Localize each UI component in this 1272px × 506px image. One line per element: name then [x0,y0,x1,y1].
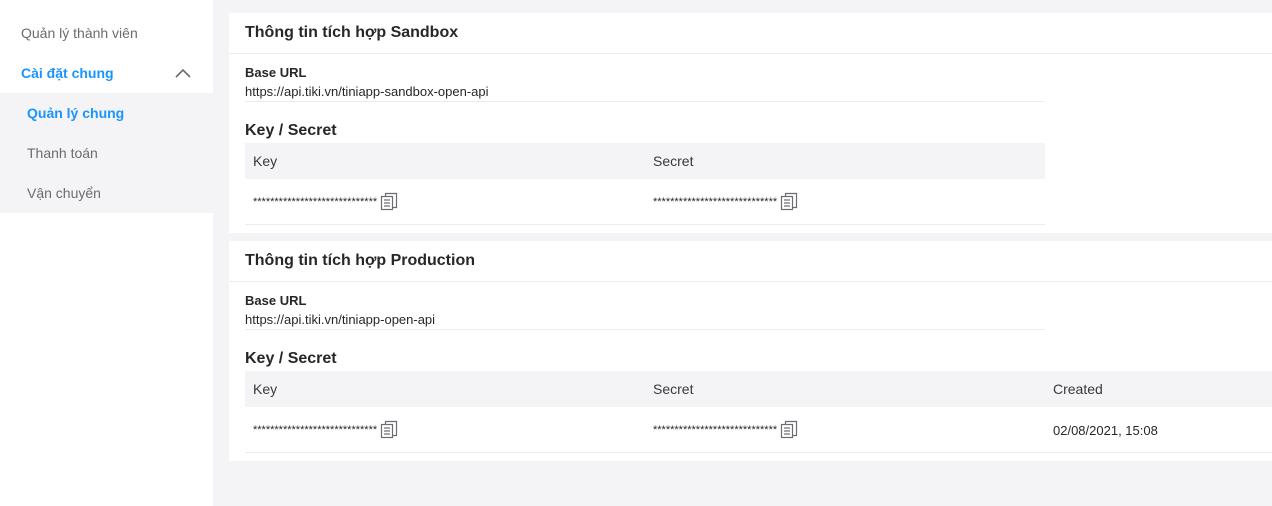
masked-secret: ***************************** [653,196,778,208]
sidebar-item-member-management[interactable]: Quản lý thành viên [21,13,213,53]
sidebar: Quản lý thành viên Cài đặt chung Quản lý… [0,0,213,506]
production-card-title: Thông tin tích hợp Production [229,241,1272,282]
base-url-value: https://api.tiki.vn/tiniapp-open-api [245,312,436,327]
masked-key: ***************************** [253,424,378,436]
column-header-secret: Secret [653,153,694,169]
sidebar-group-general-settings[interactable]: Cài đặt chung [21,53,213,93]
divider [245,101,1045,102]
secret-cell: ***************************** [653,407,799,453]
masked-key: ***************************** [253,196,378,208]
sandbox-card-title: Thông tin tích hợp Sandbox [229,13,1272,54]
sidebar-item-payment[interactable]: Thanh toán [27,133,213,173]
key-secret-title: Key / Secret [245,350,337,367]
table-row: ***************************** **********… [245,179,1045,225]
sidebar-item-shipping[interactable]: Vận chuyển [27,173,213,213]
production-card: Thông tin tích hợp Production Base URL h… [229,241,1272,461]
created-cell: 02/08/2021, 15:08 [1053,422,1158,438]
copy-icon[interactable] [779,192,799,212]
column-header-secret: Secret [653,381,694,397]
sidebar-group-label: Cài đặt chung [21,65,114,81]
divider [245,329,1045,330]
masked-secret: ***************************** [653,424,778,436]
key-cell: ***************************** [253,407,399,453]
sidebar-submenu: Quản lý chung Thanh toán Vận chuyển [0,93,213,213]
key-secret-title: Key / Secret [245,122,337,139]
sidebar-item-general-management[interactable]: Quản lý chung [27,93,213,133]
key-table-header: Key Secret Created [245,371,1272,407]
sidebar-item-label: Thanh toán [27,145,98,161]
sidebar-item-label: Vận chuyển [27,185,101,201]
chevron-up-icon[interactable] [175,68,191,78]
copy-icon[interactable] [779,420,799,440]
base-url-value: https://api.tiki.vn/tiniapp-sandbox-open… [245,84,489,99]
column-header-key: Key [253,153,278,169]
column-header-key: Key [253,381,278,397]
key-cell: ***************************** [253,179,399,225]
copy-icon[interactable] [379,420,399,440]
key-table-header: Key Secret [245,143,1045,179]
base-url-label: Base URL [245,65,307,80]
base-url-label: Base URL [245,293,307,308]
sidebar-item-label: Quản lý thành viên [21,25,138,41]
copy-icon[interactable] [379,192,399,212]
column-header-created: Created [1053,381,1103,397]
table-row: ***************************** **********… [245,407,1272,453]
secret-cell: ***************************** [653,179,799,225]
sandbox-card: Thông tin tích hợp Sandbox Base URL http… [229,13,1272,233]
sidebar-item-label: Quản lý chung [27,105,125,121]
